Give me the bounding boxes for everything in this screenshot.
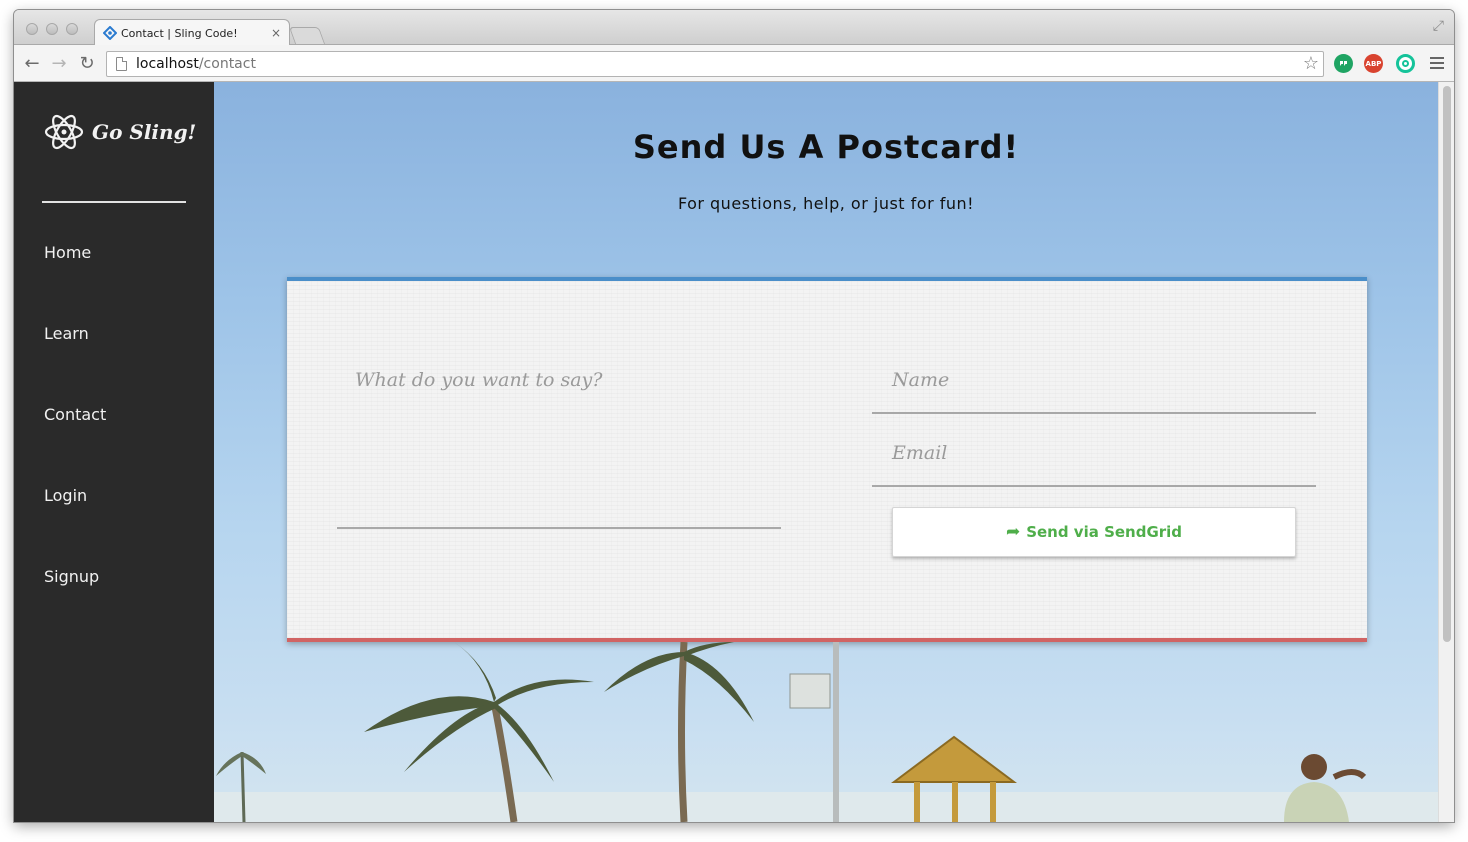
send-button[interactable]: ➦ Send via SendGrid	[892, 507, 1296, 557]
browser-toolbar: ← → ↻ localhost /contact ☆ ABP	[14, 45, 1454, 82]
reload-icon[interactable]: ↻	[75, 51, 99, 75]
new-tab-button[interactable]	[288, 27, 326, 44]
name-input[interactable]: Name	[872, 369, 1316, 414]
url-host: localhost	[136, 56, 199, 72]
fullscreen-icon[interactable]: ⤢	[1433, 18, 1444, 34]
nav-item-login[interactable]: Login	[44, 486, 87, 505]
main-content: Send Us A Postcard! For questions, help,…	[214, 82, 1454, 822]
adblock-icon[interactable]: ABP	[1364, 54, 1383, 73]
email-placeholder: Email	[892, 442, 948, 464]
url-path: /contact	[198, 56, 256, 72]
hangouts-icon[interactable]	[1334, 54, 1353, 73]
brand-name: Go Sling!	[92, 120, 197, 144]
bookmark-star-icon[interactable]: ☆	[1303, 53, 1319, 74]
close-window-button[interactable]	[26, 23, 38, 35]
page-viewport: Go Sling! Home Learn Contact Login Signu…	[14, 82, 1454, 822]
nav-item-contact[interactable]: Contact	[44, 405, 106, 424]
minimize-window-button[interactable]	[46, 23, 58, 35]
brand-logo[interactable]: Go Sling!	[44, 110, 196, 154]
vertical-scrollbar[interactable]	[1438, 82, 1454, 822]
page-icon	[116, 57, 127, 71]
grammarly-icon[interactable]	[1396, 54, 1415, 73]
tab-close-icon[interactable]: ×	[267, 26, 285, 40]
email-input[interactable]: Email	[872, 442, 1316, 487]
sling-favicon-icon	[103, 26, 117, 40]
name-placeholder: Name	[892, 369, 950, 391]
send-button-label: Send via SendGrid	[1026, 523, 1183, 541]
page-title: Send Us A Postcard!	[632, 128, 1020, 166]
message-textarea[interactable]: What do you want to say?	[337, 369, 781, 529]
postcard-form: What do you want to say? Name Email ➦ Se…	[287, 277, 1367, 642]
nav-item-home[interactable]: Home	[44, 243, 91, 262]
back-icon[interactable]: ←	[20, 51, 44, 75]
tab-contact[interactable]: Contact | Sling Code! ×	[94, 19, 290, 46]
share-arrow-icon: ➦	[1005, 522, 1021, 542]
nav-item-signup[interactable]: Signup	[44, 567, 99, 586]
atom-icon	[44, 114, 84, 150]
forward-icon[interactable]: →	[47, 51, 71, 75]
zoom-window-button[interactable]	[66, 23, 78, 35]
message-placeholder: What do you want to say?	[355, 369, 603, 391]
scrollbar-thumb[interactable]	[1443, 86, 1451, 642]
nav-item-learn[interactable]: Learn	[44, 324, 89, 343]
browser-menu-icon[interactable]	[1430, 54, 1444, 72]
tab-bar: Contact | Sling Code! × ⤢	[14, 10, 1454, 46]
beach-background-image	[214, 642, 1438, 822]
tab-title: Contact | Sling Code!	[121, 26, 238, 40]
brand-divider	[42, 201, 186, 203]
browser-window: Contact | Sling Code! × ⤢ ← → ↻ localhos…	[14, 10, 1454, 822]
page-subtitle: For questions, help, or just for fun!	[677, 194, 975, 213]
address-bar[interactable]: localhost /contact ☆	[106, 51, 1324, 77]
sidebar: Go Sling! Home Learn Contact Login Signu…	[14, 82, 214, 822]
